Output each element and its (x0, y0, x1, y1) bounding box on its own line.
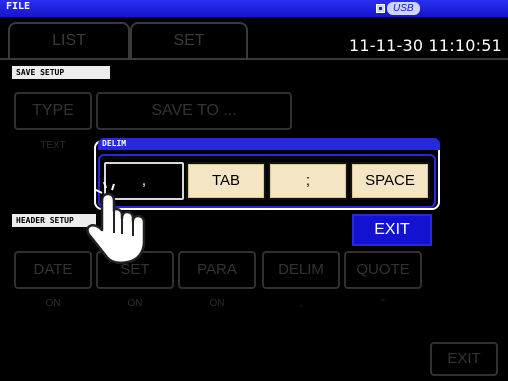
delim-dialog-title: DELIM (98, 138, 440, 150)
clock: 11-11-30 11:10:51 (349, 36, 502, 55)
quote-button[interactable]: QUOTE (344, 251, 422, 289)
usb-status: USB (376, 2, 420, 15)
date-value: ON (45, 298, 61, 309)
usb-label: USB (387, 2, 420, 15)
exit-button-background[interactable]: EXIT (430, 342, 498, 376)
save-setup-label: SAVE SETUP (12, 66, 110, 79)
para-value: ON (209, 298, 225, 309)
delim-button[interactable]: DELIM (262, 251, 340, 289)
delim-option-tab[interactable]: TAB (186, 162, 266, 200)
tab-list[interactable]: LIST (8, 22, 130, 58)
dialog-exit-button[interactable]: EXIT (352, 214, 432, 246)
type-value: TEXT (40, 140, 66, 151)
screen: FILE USB LIST SET 11-11-30 11:10:51 SAVE… (0, 0, 508, 381)
type-button[interactable]: TYPE (14, 92, 92, 130)
drive-icon (376, 4, 385, 13)
delim-option-semicolon[interactable]: ; (268, 162, 348, 200)
quote-value: " (381, 298, 385, 309)
title-bar: FILE USB (0, 0, 508, 17)
delim-option-space[interactable]: SPACE (350, 162, 430, 200)
title-text: FILE (6, 1, 31, 12)
tapping-hand-icon (86, 181, 146, 264)
save-to-button[interactable]: SAVE TO ... (96, 92, 292, 130)
delim-value: , (299, 298, 303, 309)
tab-divider (0, 58, 508, 60)
set-value: ON (127, 298, 143, 309)
tab-set[interactable]: SET (130, 22, 248, 58)
para-button[interactable]: PARA (178, 251, 256, 289)
